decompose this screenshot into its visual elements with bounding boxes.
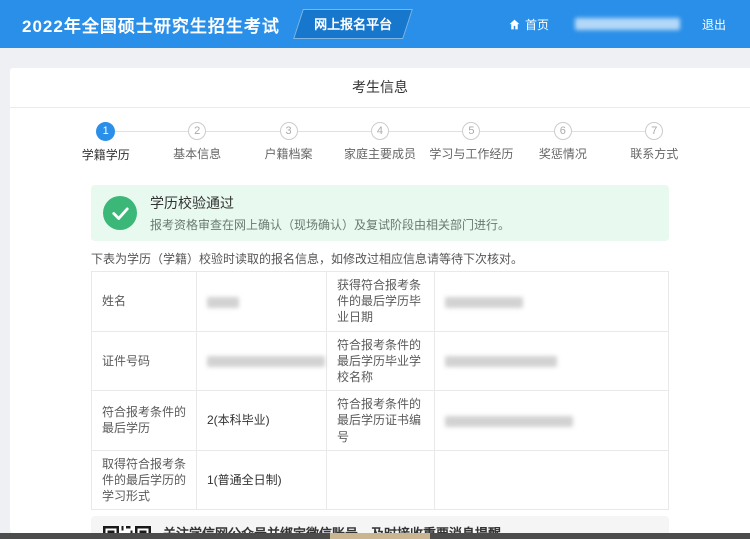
banner-description: 报考资格审查在网上确认（现场确认）及复试阶段由相关部门进行。 [150,216,510,233]
field-label-graduation-date: 获得符合报考条件的最后学历毕业日期 [327,272,435,332]
candidate-info-card: 考生信息 1 学籍学历 2 基本信息 3 户籍档案 4 家庭主要成员 5 学习与… [10,68,750,533]
home-link-label: 首页 [525,16,549,33]
step-7-label: 联系方式 [609,145,700,162]
field-label-name: 姓名 [92,272,197,332]
field-value-study-form: 1(普通全日制) [197,450,327,510]
platform-badge: 网上报名平台 [293,9,413,39]
field-value-school-name-redacted [435,331,669,391]
field-value-id-number-redacted [197,331,327,391]
table-row: 取得符合报考条件的最后学历的学习形式 1(普通全日制) [92,450,669,510]
app-window: 2022年全国硕士研究生招生考试 网上报名平台 首页 退出 考生信息 1 学籍学… [0,0,750,539]
step-4-family-members[interactable]: 4 家庭主要成员 [334,122,425,173]
step-6-number: 6 [554,122,572,140]
field-label-certificate-number: 符合报考条件的最后学历证书编号 [327,391,435,451]
field-value-last-education: 2(本科毕业) [197,391,327,451]
app-title: 2022年全国硕士研究生招生考试 [22,12,280,37]
field-label-id-number: 证件号码 [92,331,197,391]
step-indicator: 1 学籍学历 2 基本信息 3 户籍档案 4 家庭主要成员 5 学习与工作经历 … [60,122,700,173]
education-info-table: 姓名 获得符合报考条件的最后学历毕业日期 证件号码 符合报考条件的最后学历毕业学… [91,271,669,510]
step-6-rewards-punishments[interactable]: 6 奖惩情况 [517,122,608,173]
check-icon [103,196,137,230]
step-7-number: 7 [645,122,663,140]
username-redacted [575,18,680,30]
logout-link[interactable]: 退出 [702,16,726,33]
field-value-graduation-date-redacted [435,272,669,332]
home-link[interactable]: 首页 [508,16,549,33]
step-4-label: 家庭主要成员 [334,145,425,162]
step-1-education-status[interactable]: 1 学籍学历 [60,122,151,173]
banner-title: 学历校验通过 [150,193,510,213]
step-7-contact-info[interactable]: 7 联系方式 [609,122,700,173]
table-note: 下表为学历（学籍）校验时读取的报名信息，如修改过相应信息请等待下次核对。 [91,250,669,267]
table-row: 符合报考条件的最后学历 2(本科毕业) 符合报考条件的最后学历证书编号 [92,391,669,451]
field-label-empty [327,450,435,510]
field-label-school-name: 符合报考条件的最后学历毕业学校名称 [327,331,435,391]
footer-bar [0,533,750,539]
step-3-number: 3 [280,122,298,140]
step-1-label: 学籍学历 [60,146,151,163]
step-5-study-work-history[interactable]: 5 学习与工作经历 [426,122,517,173]
footer-bar-accent [330,533,430,539]
page-title: 考生信息 [10,68,750,108]
platform-badge-label: 网上报名平台 [314,14,392,33]
step-2-number: 2 [188,122,206,140]
step-2-basic-info[interactable]: 2 基本信息 [151,122,242,173]
step-5-number: 5 [462,122,480,140]
field-value-empty [435,450,669,510]
table-row: 证件号码 符合报考条件的最后学历毕业学校名称 [92,331,669,391]
field-value-certificate-number-redacted [435,391,669,451]
step-6-label: 奖惩情况 [517,145,608,162]
step-3-household-archive[interactable]: 3 户籍档案 [243,122,334,173]
home-icon [508,18,521,31]
table-row: 姓名 获得符合报考条件的最后学历毕业日期 [92,272,669,332]
success-banner: 学历校验通过 报考资格审查在网上确认（现场确认）及复试阶段由相关部门进行。 [91,185,669,241]
wechat-notice: 关注学信网公众号并绑定微信账号，及时接收重要消息提醒 建议您关注学信网公众号并绑… [91,516,669,533]
top-header: 2022年全国硕士研究生招生考试 网上报名平台 首页 退出 [0,0,750,48]
step-5-label: 学习与工作经历 [426,145,517,162]
step-1-number: 1 [96,122,115,141]
step-2-label: 基本信息 [151,145,242,162]
field-value-name-redacted [197,272,327,332]
wechat-notice-title: 关注学信网公众号并绑定微信账号，及时接收重要消息提醒 [163,523,657,533]
field-label-last-education: 符合报考条件的最后学历 [92,391,197,451]
step-4-number: 4 [371,122,389,140]
field-label-study-form: 取得符合报考条件的最后学历的学习形式 [92,450,197,510]
step-3-label: 户籍档案 [243,145,334,162]
